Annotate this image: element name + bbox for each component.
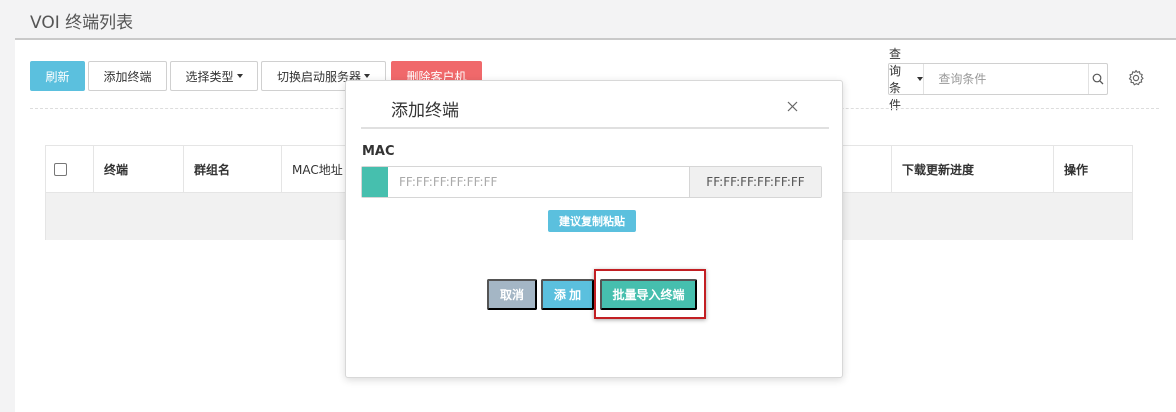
select-type-dropdown[interactable]: 选择类型 bbox=[170, 61, 258, 91]
search-input[interactable] bbox=[924, 64, 1089, 94]
add-button[interactable]: 添 加 bbox=[541, 279, 594, 310]
column-header[interactable]: 操作 bbox=[1053, 146, 1134, 193]
search-condition-label: 查询条件 bbox=[889, 47, 902, 112]
column-header[interactable]: 下载更新进度 bbox=[891, 146, 1058, 193]
gear-icon bbox=[1128, 69, 1144, 86]
select-all-cell bbox=[46, 146, 93, 193]
column-header[interactable]: MAC地址 bbox=[281, 146, 346, 193]
cancel-button[interactable]: 取消 bbox=[487, 279, 537, 310]
column-header[interactable]: 终端 bbox=[93, 146, 183, 193]
search-bar: 查询条件 bbox=[888, 47, 1108, 112]
chevron-down-icon bbox=[364, 74, 370, 78]
close-icon bbox=[787, 101, 797, 111]
mac-input-group: FF:FF:FF:FF:FF:FF bbox=[361, 166, 822, 198]
batch-import-button[interactable]: 批量导入终端 bbox=[600, 279, 697, 310]
settings-button[interactable] bbox=[1125, 67, 1147, 89]
column-header[interactable]: 群组名 bbox=[183, 146, 281, 193]
mac-input[interactable] bbox=[388, 167, 689, 197]
chevron-down-icon bbox=[917, 77, 924, 81]
mac-label: MAC bbox=[362, 144, 395, 159]
modal-divider bbox=[361, 127, 829, 129]
modal-title: 添加终端 bbox=[391, 101, 459, 121]
select-type-label: 选择类型 bbox=[185, 69, 234, 84]
add-terminal-modal: 添加终端 MAC FF:FF:FF:FF:FF:FF 建议复制粘贴 取消 添 加… bbox=[345, 80, 843, 378]
search-icon bbox=[1092, 73, 1104, 85]
suggest-paste-label: 建议复制粘贴 bbox=[548, 210, 636, 232]
mac-addon-left bbox=[362, 167, 388, 197]
refresh-button[interactable]: 刷新 bbox=[30, 61, 85, 91]
chevron-down-icon bbox=[236, 74, 243, 78]
search-button[interactable] bbox=[1088, 64, 1107, 94]
select-all-checkbox[interactable] bbox=[54, 163, 67, 176]
page-title: VOI 终端列表 bbox=[30, 13, 134, 33]
search-condition-dropdown[interactable]: 查询条件 bbox=[889, 47, 925, 112]
mac-format-hint: FF:FF:FF:FF:FF:FF bbox=[689, 167, 821, 197]
add-terminal-button[interactable]: 添加终端 bbox=[88, 61, 167, 91]
close-button[interactable] bbox=[784, 98, 800, 114]
